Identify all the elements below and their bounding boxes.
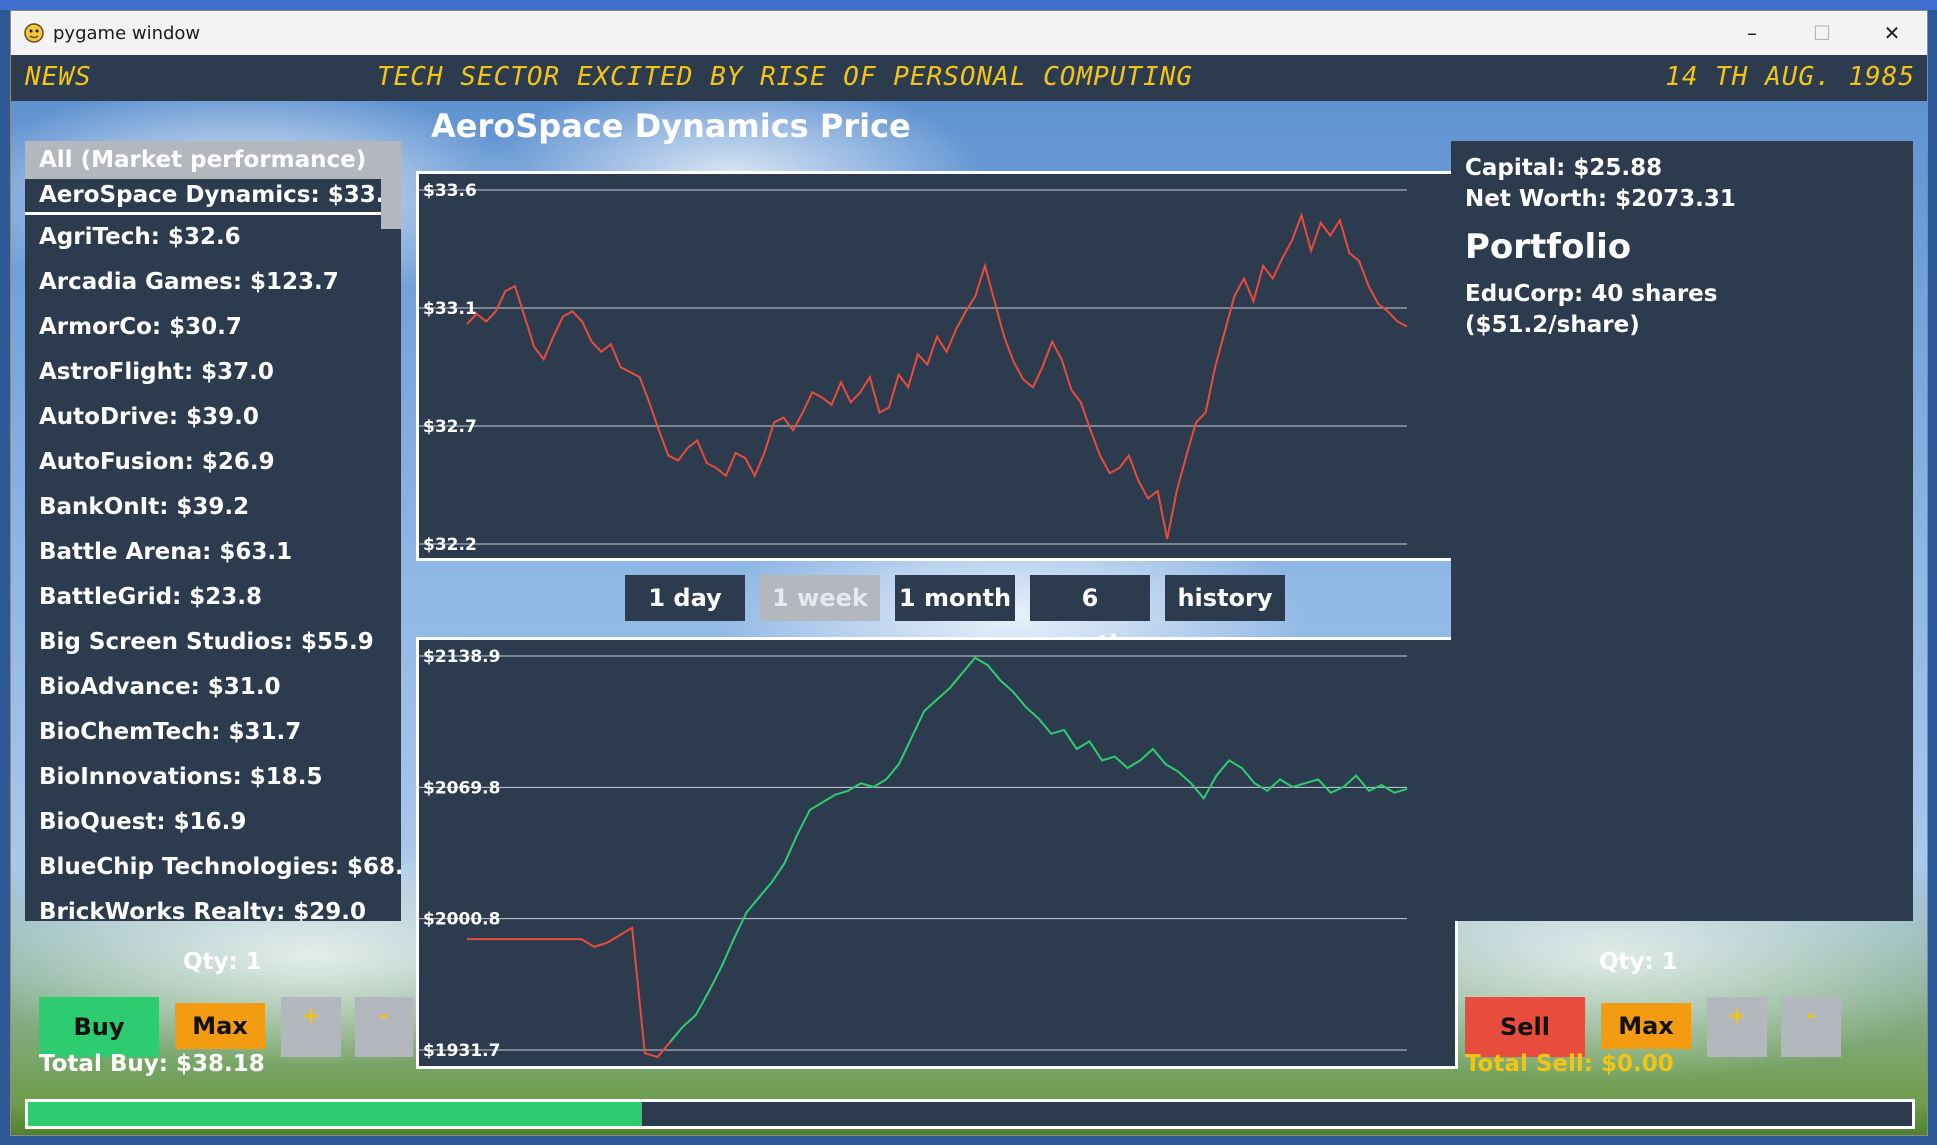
stock-list-item[interactable]: AutoDrive: $39.0 [25, 395, 401, 440]
stock-list-item[interactable]: BioInnovations: $18.5 [25, 755, 401, 800]
chart-title: AeroSpace Dynamics Price [431, 107, 911, 145]
selected-stock-item[interactable]: AeroSpace Dynamics: $33.1 [25, 179, 400, 215]
net-worth-chart: $2138.9 $2069.8 $2000.8 $1931.7 [416, 637, 1458, 1069]
pygame-window: pygame window – ☐ ✕ NEWS TECH SECTOR EXC… [10, 10, 1928, 1136]
buy-max-button[interactable]: Max [175, 1003, 265, 1049]
range-1-month-button[interactable]: 1 month [895, 575, 1015, 621]
market-performance-item[interactable]: All (Market performance) [25, 141, 401, 179]
stock-list-item[interactable]: Battle Arena: $63.1 [25, 530, 401, 575]
y-tick-label: $33.6 [423, 181, 477, 201]
maximize-icon[interactable]: ☐ [1787, 11, 1857, 55]
stock-list-item[interactable]: BlueChip Technologies: $68.9 [25, 845, 401, 890]
series-line [466, 212, 1408, 540]
stock-list[interactable]: All (Market performance) AeroSpace Dynam… [25, 141, 401, 921]
price-chart-svg: $33.6 $33.1 $32.7 $32.2 [419, 181, 1408, 555]
series-line [467, 926, 672, 1059]
buy-decrement-button[interactable]: - [355, 997, 413, 1057]
stock-list-item[interactable]: Big Screen Studios: $55.9 [25, 620, 401, 665]
stock-list-item[interactable]: BioAdvance: $31.0 [25, 665, 401, 710]
title-bar[interactable]: pygame window – ☐ ✕ [11, 11, 1927, 55]
close-icon[interactable]: ✕ [1857, 11, 1927, 55]
minimize-icon[interactable]: – [1717, 11, 1787, 55]
range-6-months-button[interactable]: 6 months [1030, 575, 1150, 658]
stock-list-item[interactable]: BioChemTech: $31.7 [25, 710, 401, 755]
total-buy-label: Total Buy: $38.18 [39, 1051, 265, 1077]
y-tick-label: $2069.8 [423, 778, 500, 798]
day-progress-bar [25, 1099, 1915, 1129]
stock-list-item[interactable]: AstroFlight: $37.0 [25, 350, 401, 395]
stock-list-item[interactable]: BankOnIt: $39.2 [25, 485, 401, 530]
total-sell-label: Total Sell: $0.00 [1465, 1051, 1674, 1077]
y-tick-label: $32.7 [423, 417, 477, 437]
net-worth-value: Net Worth: $2073.31 [1465, 186, 1736, 212]
sell-increment-button[interactable]: + [1707, 997, 1767, 1057]
stock-list-item[interactable]: Arcadia Games: $123.7 [25, 260, 401, 305]
capital-value: Capital: $25.88 [1465, 155, 1663, 181]
window-title: pygame window [53, 22, 201, 44]
sell-quantity-label: Qty: 1 [1599, 949, 1678, 975]
game-date: 14 TH AUG. 1985 [1665, 62, 1915, 92]
y-tick-label: $2000.8 [423, 910, 500, 930]
portfolio-panel: Capital: $25.88 Net Worth: $2073.31 Port… [1451, 141, 1913, 921]
python-snake-icon [24, 23, 44, 43]
buy-quantity-label: Qty: 1 [183, 949, 262, 975]
stock-list-item[interactable]: BattleGrid: $23.8 [25, 575, 401, 620]
y-tick-label: $1931.7 [423, 1041, 500, 1061]
buy-button[interactable]: Buy [39, 997, 159, 1057]
scrollbar-thumb[interactable] [381, 179, 401, 229]
series-line [669, 656, 1408, 1043]
stock-list-item[interactable]: AutoFusion: $26.9 [25, 440, 401, 485]
y-tick-label: $33.1 [423, 299, 477, 319]
portfolio-holding[interactable]: EduCorp: 40 shares ($51.2/share) [1465, 279, 1899, 341]
stock-list-item[interactable]: BrickWorks Realty: $29.0 [25, 890, 401, 921]
game-area: NEWS TECH SECTOR EXCITED BY RISE OF PERS… [11, 55, 1927, 1135]
stock-list-item[interactable]: BioQuest: $16.9 [25, 800, 401, 845]
range-history-button[interactable]: history [1165, 575, 1285, 621]
y-tick-label: $2138.9 [423, 647, 500, 667]
sell-decrement-button[interactable]: - [1781, 997, 1841, 1057]
stock-list-item[interactable]: ArmorCo: $30.7 [25, 305, 401, 350]
portfolio-title: Portfolio [1465, 227, 1632, 267]
price-chart: $33.6 $33.1 $32.7 $32.2 [416, 171, 1458, 561]
range-1-week-button[interactable]: 1 week [760, 575, 880, 621]
y-tick-label: $32.2 [423, 535, 477, 555]
range-1-day-button[interactable]: 1 day [625, 575, 745, 621]
news-label: NEWS [25, 62, 92, 92]
day-progress-fill [28, 1102, 643, 1126]
news-bar: NEWS TECH SECTOR EXCITED BY RISE OF PERS… [11, 55, 1927, 101]
stock-list-item[interactable]: AgriTech: $32.6 [25, 215, 401, 260]
buy-increment-button[interactable]: + [281, 997, 341, 1057]
sell-max-button[interactable]: Max [1601, 1003, 1691, 1049]
news-headline: TECH SECTOR EXCITED BY RISE OF PERSONAL … [377, 62, 1194, 92]
net-worth-chart-svg: $2138.9 $2069.8 $2000.8 $1931.7 [419, 647, 1408, 1061]
sell-button[interactable]: Sell [1465, 997, 1585, 1057]
